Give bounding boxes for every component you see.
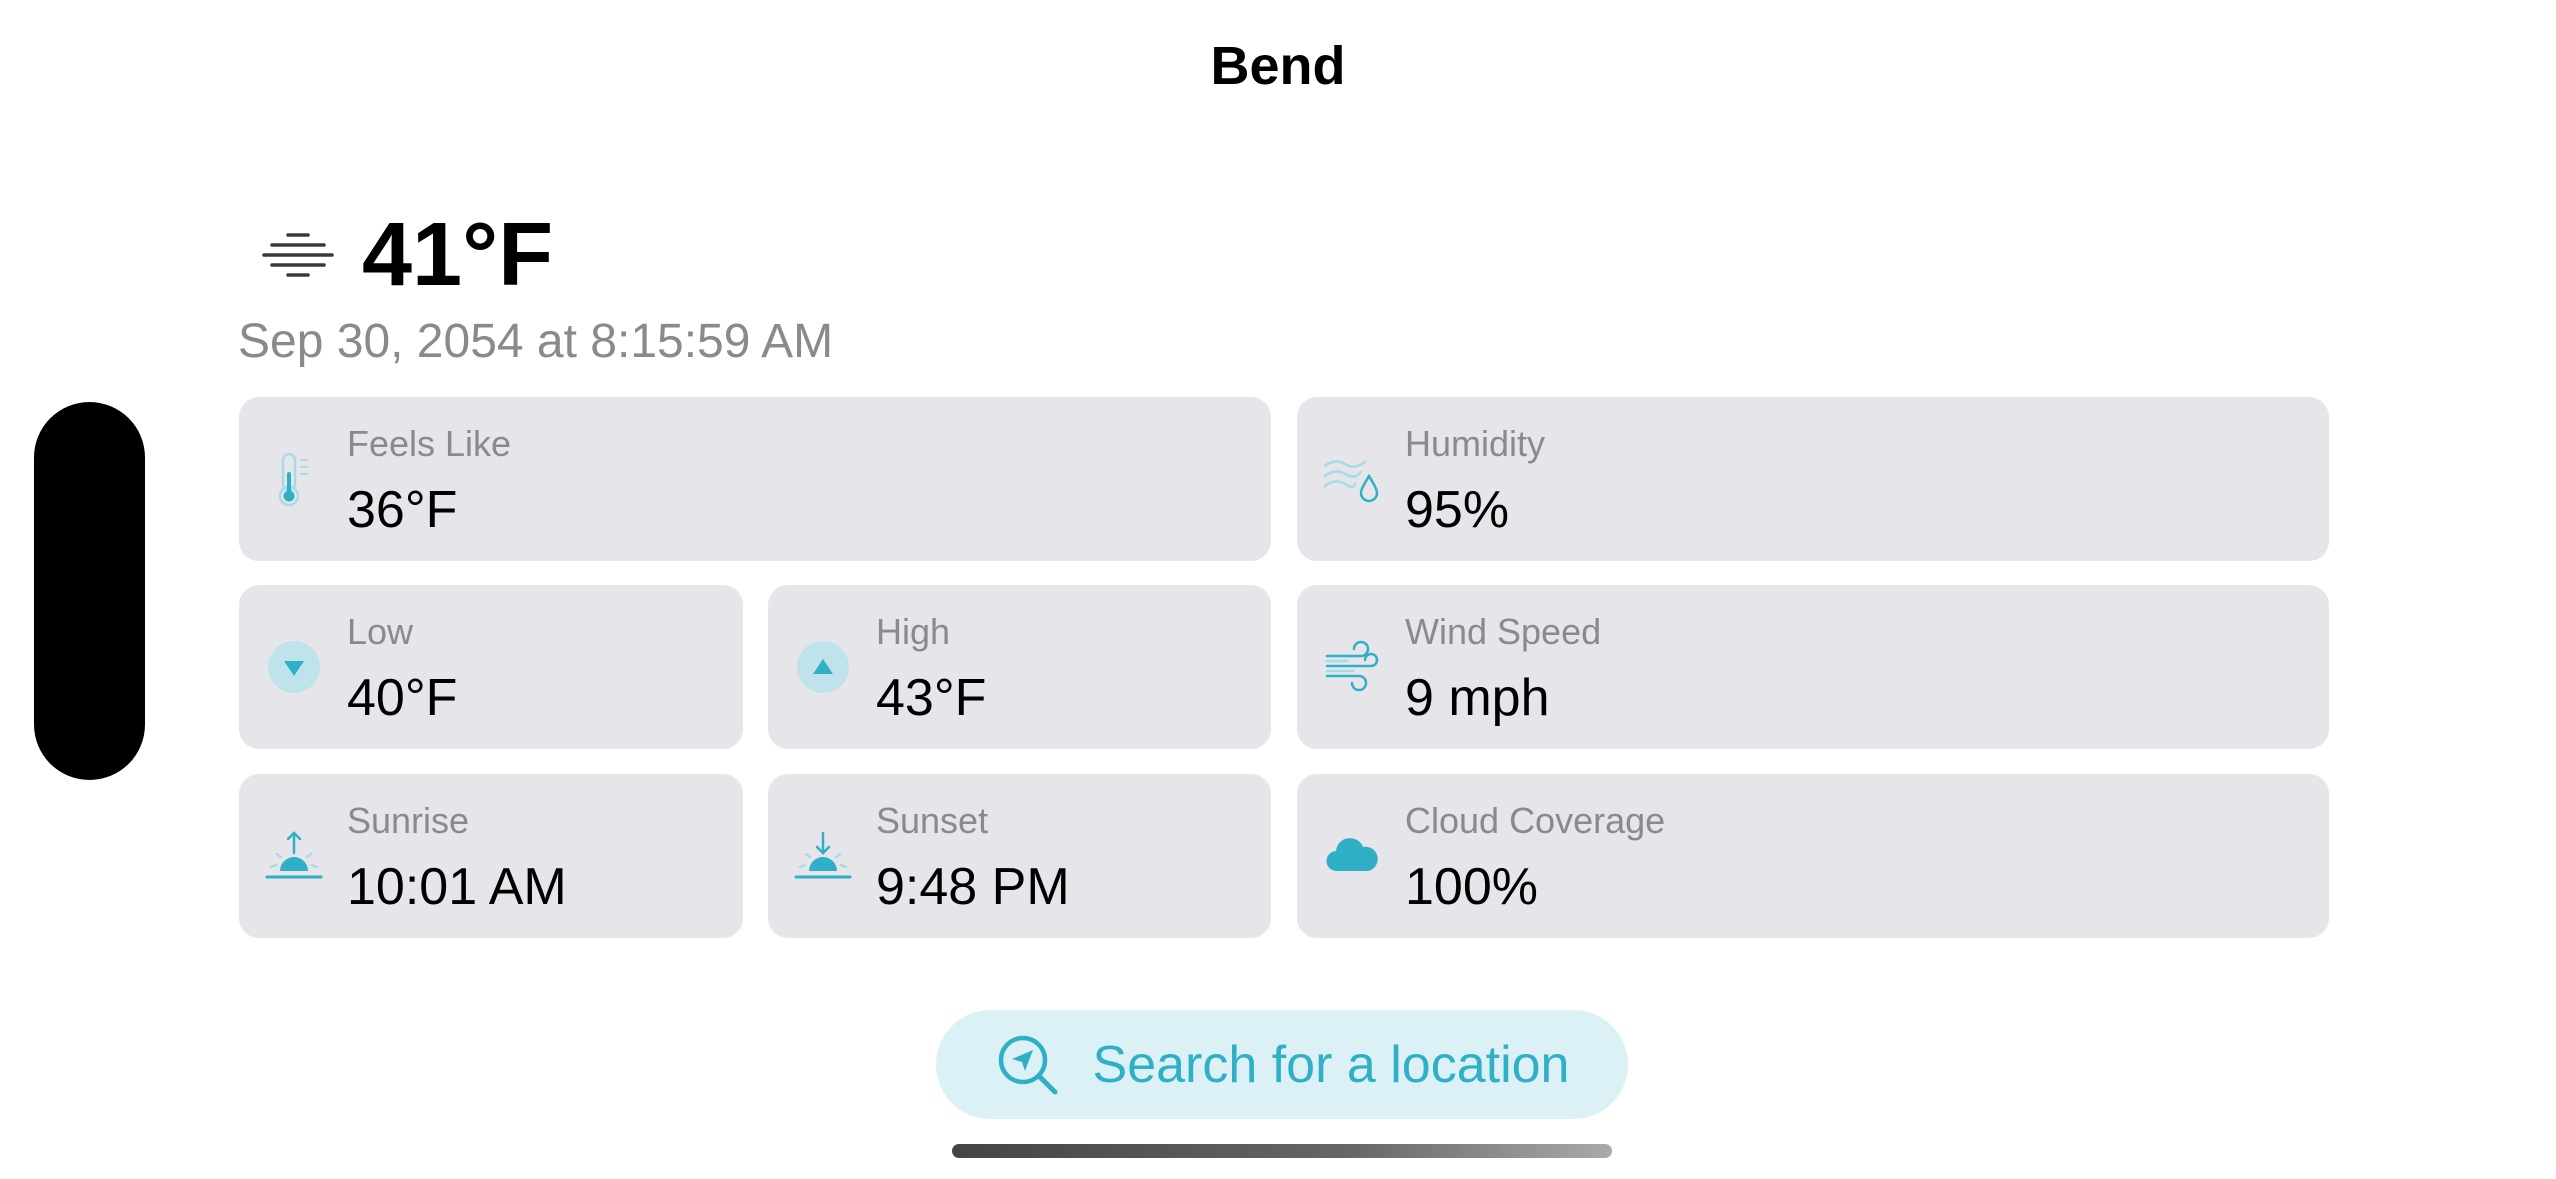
humidity-card: Humidity 95%: [1297, 397, 2329, 561]
humidity-icon: [1323, 460, 1379, 503]
sunset-icon: [794, 831, 852, 879]
low-card: Low 40°F: [239, 585, 743, 749]
arrow-up-circle-icon: [797, 641, 849, 693]
cloud-coverage-value: 100%: [1405, 858, 1538, 916]
wind-speed-card: Wind Speed 9 mph: [1297, 585, 2329, 749]
wind-speed-label: Wind Speed: [1405, 611, 1602, 652]
low-label: Low: [347, 611, 414, 652]
feels-like-value: 36°F: [347, 481, 458, 539]
current-temperature: 41°F: [362, 205, 554, 305]
search-location-button[interactable]: Search for a location: [936, 1010, 1628, 1119]
fog-icon: [262, 233, 334, 277]
home-indicator[interactable]: [952, 1144, 1612, 1158]
thermometer-icon: [278, 452, 308, 507]
feels-like-card: Feels Like 36°F: [239, 397, 1271, 561]
sunset-card: Sunset 9:48 PM: [768, 774, 1271, 938]
wind-icon: [1325, 640, 1379, 692]
feels-like-label: Feels Like: [347, 423, 512, 464]
observation-timestamp: Sep 30, 2054 at 8:15:59 AM: [238, 315, 834, 368]
wind-speed-value: 9 mph: [1405, 669, 1550, 727]
cloud-icon: [1326, 838, 1378, 872]
search-location-label: Search for a location: [1092, 1035, 1570, 1094]
location-search-icon: [998, 1035, 1058, 1094]
location-title: Bend: [1210, 36, 1346, 96]
high-label: High: [876, 611, 951, 652]
high-value: 43°F: [876, 669, 987, 727]
high-card: High 43°F: [768, 585, 1271, 749]
sunrise-icon: [265, 831, 323, 879]
humidity-label: Humidity: [1405, 423, 1546, 464]
cloud-coverage-card: Cloud Coverage 100%: [1297, 774, 2329, 938]
side-handle: [34, 402, 145, 780]
arrow-down-circle-icon: [268, 641, 320, 693]
sunrise-value: 10:01 AM: [347, 858, 567, 916]
current-conditions: 41°F: [262, 200, 553, 310]
humidity-value: 95%: [1405, 481, 1510, 539]
sunset-value: 9:48 PM: [876, 858, 1070, 916]
low-value: 40°F: [347, 669, 458, 727]
cloud-coverage-label: Cloud Coverage: [1405, 800, 1666, 841]
sunrise-label: Sunrise: [347, 800, 470, 841]
sunset-label: Sunset: [876, 800, 989, 841]
sunrise-card: Sunrise 10:01 AM: [239, 774, 743, 938]
